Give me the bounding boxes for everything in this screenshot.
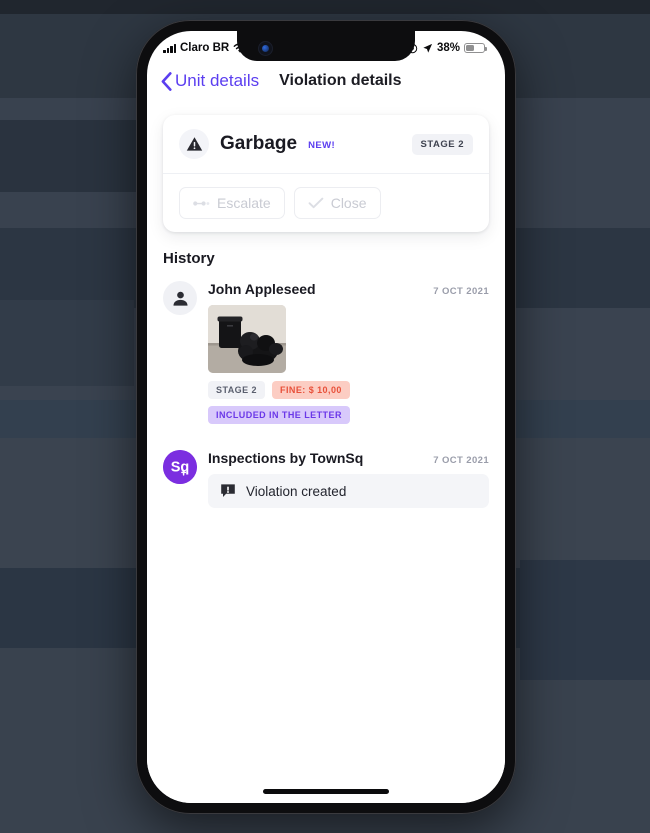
- history-event-row: Violation created: [208, 474, 489, 508]
- back-button-label: Unit details: [175, 71, 260, 90]
- close-button-label: Close: [330, 195, 367, 211]
- violation-actions: Escalate Close: [163, 174, 489, 232]
- backdrop-band: [0, 120, 138, 192]
- carrier-label: Claro BR: [180, 42, 230, 54]
- violation-tags: STAGE 2 FINE: $ 10,00 INCLUDED IN THE LE…: [208, 381, 489, 424]
- violation-card-header: Garbage NEW! STAGE 2: [163, 115, 489, 174]
- phone-screen: Claro BR 38% Unit details Violation deta…: [147, 31, 505, 803]
- phone-device-frame: Claro BR 38% Unit details Violation deta…: [136, 20, 516, 814]
- backdrop-band: [0, 300, 134, 386]
- home-indicator: [263, 789, 389, 794]
- tag-fine: FINE: $ 10,00: [272, 381, 350, 399]
- townsq-logo-icon: Sq: [163, 450, 197, 484]
- notch: [237, 31, 415, 61]
- history-entry-date: 7 OCT 2021: [433, 455, 489, 466]
- history-entry: Sq Inspections by TownSq 7 OCT 2021 Viol…: [163, 450, 489, 508]
- new-badge: NEW!: [308, 140, 336, 151]
- violation-title: Garbage: [220, 133, 298, 154]
- close-button[interactable]: Close: [293, 187, 381, 219]
- navigation-bar: Unit details Violation details: [147, 61, 505, 101]
- battery-percent-label: 38%: [436, 42, 460, 54]
- front-camera-icon: [259, 42, 272, 55]
- history-event-text: Violation created: [246, 483, 347, 499]
- escalate-arrow-icon: [193, 200, 210, 206]
- history-entry-name: Inspections by TownSq: [208, 450, 364, 466]
- backdrop-band: [520, 560, 650, 680]
- battery-icon: [464, 43, 488, 53]
- check-icon: [308, 197, 324, 209]
- stage-badge: STAGE 2: [411, 133, 473, 155]
- person-avatar-icon: [163, 281, 197, 315]
- page-title: Violation details: [279, 72, 402, 89]
- history-heading: History: [163, 250, 215, 267]
- backdrop-band: [0, 0, 650, 14]
- violation-card: Garbage NEW! STAGE 2 Escalate Close: [163, 115, 489, 232]
- violation-photo-thumbnail[interactable]: [208, 305, 286, 373]
- back-button[interactable]: Unit details: [161, 71, 259, 91]
- cellular-bars-icon: [163, 43, 176, 53]
- escalate-button[interactable]: Escalate: [179, 187, 285, 219]
- location-arrow-icon: [423, 43, 433, 53]
- svg-text:Sq: Sq: [171, 460, 190, 476]
- comment-alert-icon: [221, 484, 235, 497]
- scroll-content[interactable]: Garbage NEW! STAGE 2 Escalate Close Hist…: [147, 101, 505, 803]
- tag-stage: STAGE 2: [208, 381, 265, 399]
- history-entry-name: John Appleseed: [208, 281, 316, 297]
- chevron-left-icon: [161, 71, 172, 91]
- history-entry-date: 7 OCT 2021: [433, 286, 489, 297]
- tag-letter: INCLUDED IN THE LETTER: [208, 406, 350, 424]
- escalate-button-label: Escalate: [217, 195, 271, 211]
- warning-triangle-icon: [179, 129, 209, 159]
- history-entry: John Appleseed 7 OCT 2021 STAGE 2 FINE: …: [163, 281, 489, 424]
